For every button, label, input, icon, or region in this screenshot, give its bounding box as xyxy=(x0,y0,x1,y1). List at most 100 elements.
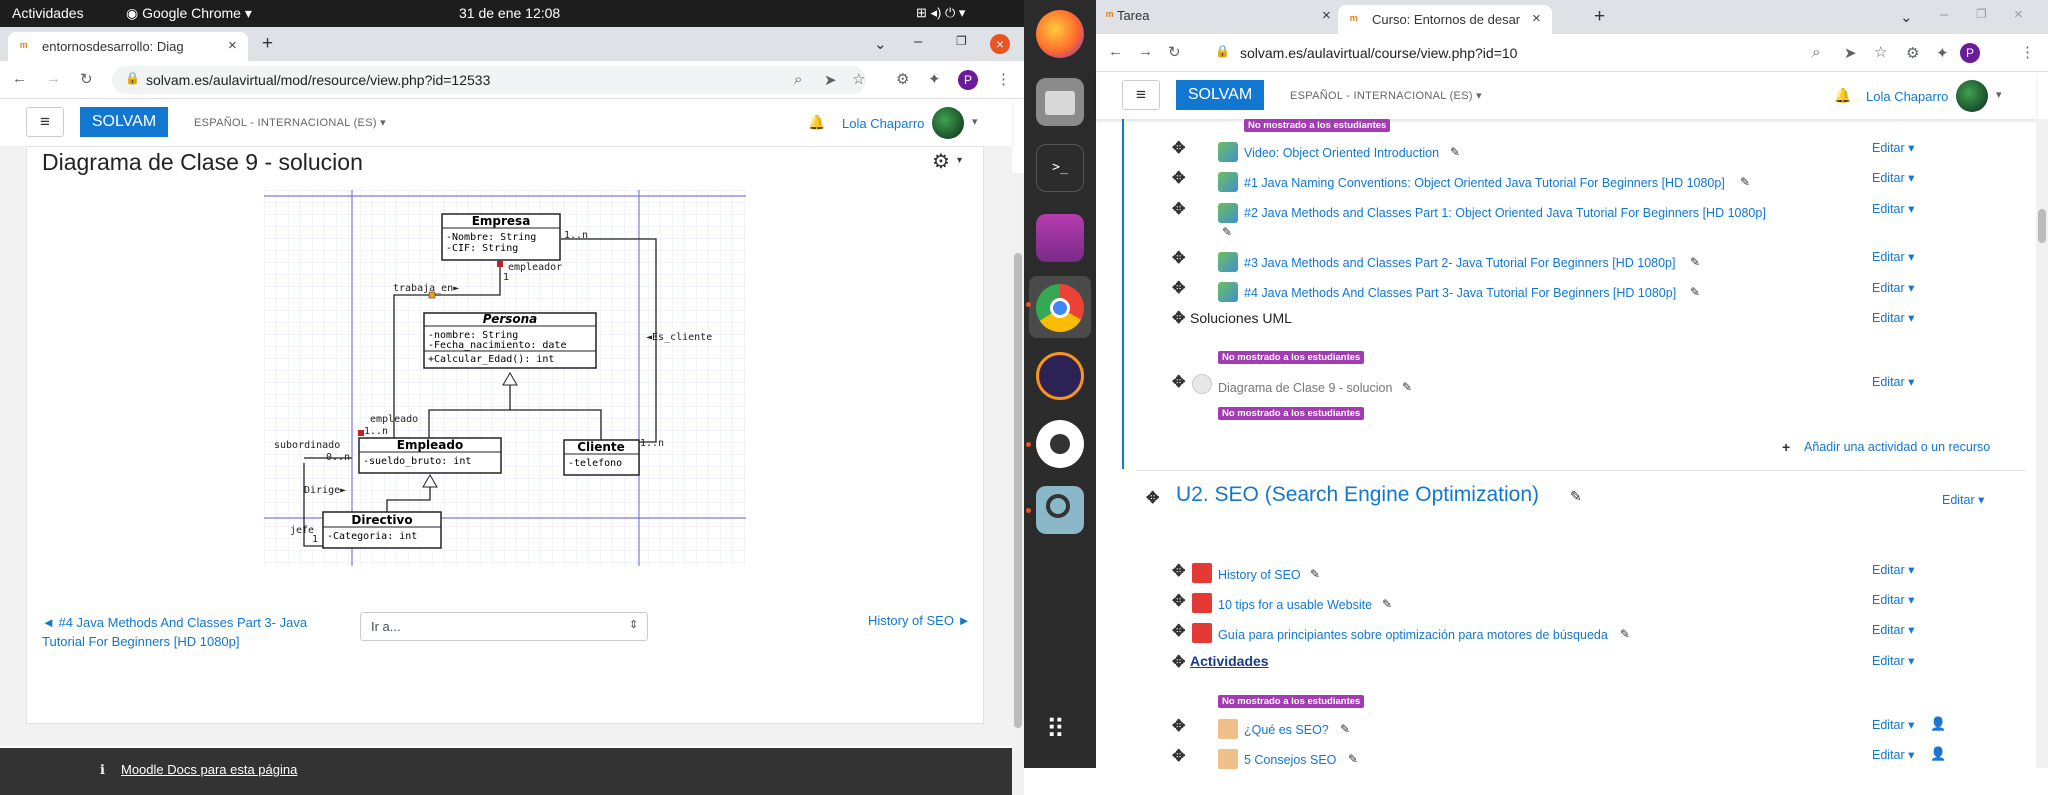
next-activity-link[interactable]: History of SEO ► xyxy=(868,613,970,628)
close-window-icon[interactable]: × xyxy=(990,34,1010,54)
moodle-docs-link[interactable]: Moodle Docs para esta página xyxy=(121,762,297,777)
activity-link[interactable]: #3 Java Methods and Classes Part 2- Java… xyxy=(1244,256,1675,270)
bell-icon-2[interactable]: 🔔 xyxy=(1834,87,1851,104)
edit-pencil-icon[interactable]: ✎ xyxy=(1450,145,1460,159)
profile-avatar[interactable]: P xyxy=(958,70,978,90)
close-tab-icon[interactable]: × xyxy=(228,37,237,54)
tab-search-icon[interactable]: ⌄ xyxy=(874,35,887,53)
activity-link[interactable]: Video: Object Oriented Introduction xyxy=(1244,146,1439,160)
move-icon[interactable]: ✥ xyxy=(1172,168,1185,188)
move-icon[interactable]: ✥ xyxy=(1172,278,1185,298)
back-icon[interactable]: ← xyxy=(12,70,27,87)
scroll-thumb[interactable] xyxy=(1014,253,1022,728)
section-title[interactable]: U2. SEO (Search Engine Optimization) xyxy=(1176,483,1539,507)
tab-tarea[interactable]: ᵐ Tarea xyxy=(1106,8,1149,23)
move-icon[interactable]: ✥ xyxy=(1172,372,1185,392)
edit-menu[interactable]: Editar ▾ xyxy=(1872,280,1914,295)
edit-menu[interactable]: Editar ▾ xyxy=(1872,140,1914,155)
edit-menu[interactable]: Editar ▾ xyxy=(1872,201,1914,216)
app-menu[interactable]: ◉ Google Chrome ▾ xyxy=(126,5,252,22)
tab-diagram[interactable]: ᵐ entornosdesarrollo: Diag × xyxy=(8,32,248,61)
add-icon[interactable]: + xyxy=(1782,439,1790,455)
clock[interactable]: 31 de ene 12:08 xyxy=(459,5,560,21)
user-menu-chevron-icon-2[interactable]: ▾ xyxy=(1996,88,2002,101)
user-avatar[interactable] xyxy=(932,107,964,139)
status-icons[interactable]: ⊞ ◂) ⏻ ▾ xyxy=(916,5,965,21)
close-window-icon-2[interactable]: × xyxy=(2014,6,2023,23)
edit-pencil-icon[interactable]: ✎ xyxy=(1310,567,1320,581)
edit-pencil-icon[interactable]: ✎ xyxy=(1690,285,1700,299)
files-icon[interactable] xyxy=(1036,78,1084,126)
move-icon[interactable]: ✥ xyxy=(1172,652,1185,672)
edit-menu[interactable]: Editar ▾ xyxy=(1872,622,1914,637)
bell-icon[interactable]: 🔔 xyxy=(808,114,825,131)
move-icon[interactable]: ✥ xyxy=(1172,308,1185,328)
language-menu-2[interactable]: ESPAÑOL - INTERNACIONAL (ES) ▾ xyxy=(1290,89,1482,102)
menu-kebab-icon[interactable]: ⋮ xyxy=(996,70,1011,88)
move-icon[interactable]: ✥ xyxy=(1146,488,1159,508)
tab-curso[interactable]: ᵐ Curso: Entornos de desar × xyxy=(1338,5,1552,34)
activity-link[interactable]: #2 Java Methods and Classes Part 1: Obje… xyxy=(1244,206,1766,220)
edit-menu[interactable]: Editar ▾ xyxy=(1872,310,1914,325)
move-icon[interactable]: ✥ xyxy=(1172,248,1185,268)
edit-menu[interactable]: Editar ▾ xyxy=(1872,374,1914,389)
forward-icon[interactable]: → xyxy=(46,70,61,87)
add-activity-link[interactable]: Añadir una actividad o un recurso xyxy=(1804,440,1990,454)
move-icon[interactable]: ✥ xyxy=(1172,199,1185,219)
edit-pencil-icon[interactable]: ✎ xyxy=(1222,225,1232,239)
hamburger-menu-icon-2[interactable]: ≡ xyxy=(1122,80,1160,110)
soluciones-uml-label[interactable]: Soluciones UML xyxy=(1190,310,1292,326)
chevron-down-icon[interactable]: ▾ xyxy=(957,155,962,166)
left-scrollbar[interactable] xyxy=(1012,173,1024,795)
url-field[interactable]: 🔒 solvam.es/aulavirtual/mod/resource/vie… xyxy=(112,66,866,94)
menu-kebab-icon-2[interactable]: ⋮ xyxy=(2020,43,2035,61)
close-tab-tarea-icon[interactable]: × xyxy=(1322,7,1331,24)
edit-pencil-icon[interactable]: ✎ xyxy=(1570,488,1582,505)
forward-icon-2[interactable]: → xyxy=(1138,43,1153,60)
url-field-2[interactable]: 🔒 solvam.es/aulavirtual/course/view.php?… xyxy=(1202,39,1990,67)
minimize-icon-2[interactable]: – xyxy=(1940,6,1948,23)
bookmark-star-icon-2[interactable]: ☆ xyxy=(1874,43,1887,61)
edit-menu[interactable]: Editar ▾ xyxy=(1872,653,1914,668)
edit-menu[interactable]: Editar ▾ xyxy=(1872,717,1914,732)
edit-menu[interactable]: Editar ▾ xyxy=(1872,170,1914,185)
right-scroll-thumb[interactable] xyxy=(2038,209,2046,243)
send-icon-2[interactable]: ➤ xyxy=(1844,44,1857,62)
activity-link[interactable]: #1 Java Naming Conventions: Object Orien… xyxy=(1244,176,1725,190)
edit-menu[interactable]: Editar ▾ xyxy=(1872,249,1914,264)
restore-icon-2[interactable]: ❐ xyxy=(1976,7,1987,21)
edit-pencil-icon[interactable]: ✎ xyxy=(1402,380,1412,394)
extension-icon[interactable]: ⚙ xyxy=(896,70,909,88)
edit-menu[interactable]: Editar ▾ xyxy=(1872,592,1914,607)
edit-menu[interactable]: Editar ▾ xyxy=(1942,492,1984,507)
move-icon[interactable]: ✥ xyxy=(1172,561,1185,581)
move-icon[interactable]: ✥ xyxy=(1172,621,1185,641)
text-editor-icon[interactable] xyxy=(1036,214,1084,262)
new-tab-icon-2[interactable]: + xyxy=(1594,6,1605,28)
resource-link[interactable]: Guía para principiantes sobre optimizaci… xyxy=(1218,628,1608,642)
user-name-2[interactable]: Lola Chaparro xyxy=(1866,89,1948,104)
zoom-icon[interactable]: ⌕ xyxy=(794,71,802,88)
edit-pencil-icon[interactable]: ✎ xyxy=(1740,175,1750,189)
terminal-icon[interactable]: >_ xyxy=(1036,144,1084,192)
eclipse-icon[interactable] xyxy=(1036,352,1084,400)
puzzle-icon[interactable]: ✦ xyxy=(928,70,941,88)
bookmark-star-icon[interactable]: ☆ xyxy=(852,70,865,88)
move-icon[interactable]: ✥ xyxy=(1172,746,1185,766)
edit-pencil-icon[interactable]: ✎ xyxy=(1348,752,1358,766)
user-role-icon[interactable]: 👤 xyxy=(1930,746,1946,762)
edit-pencil-icon[interactable]: ✎ xyxy=(1340,722,1350,736)
new-tab-icon[interactable]: + xyxy=(262,33,273,55)
edit-pencil-icon[interactable]: ✎ xyxy=(1690,255,1700,269)
search-tool-icon[interactable] xyxy=(1036,486,1084,534)
restore-icon[interactable]: ❐ xyxy=(956,34,967,48)
eye-app-icon[interactable] xyxy=(1036,420,1084,468)
edit-menu[interactable]: Editar ▾ xyxy=(1872,562,1914,577)
edit-pencil-icon[interactable]: ✎ xyxy=(1620,627,1630,641)
gear-icon[interactable]: ⚙ xyxy=(932,149,950,174)
quiz-link[interactable]: 5 Consejos SEO xyxy=(1244,753,1336,767)
move-icon[interactable]: ✥ xyxy=(1172,716,1185,736)
minimize-icon[interactable]: – xyxy=(914,33,922,50)
move-icon[interactable]: ✥ xyxy=(1172,138,1185,158)
reload-icon-2[interactable]: ↻ xyxy=(1168,43,1181,61)
